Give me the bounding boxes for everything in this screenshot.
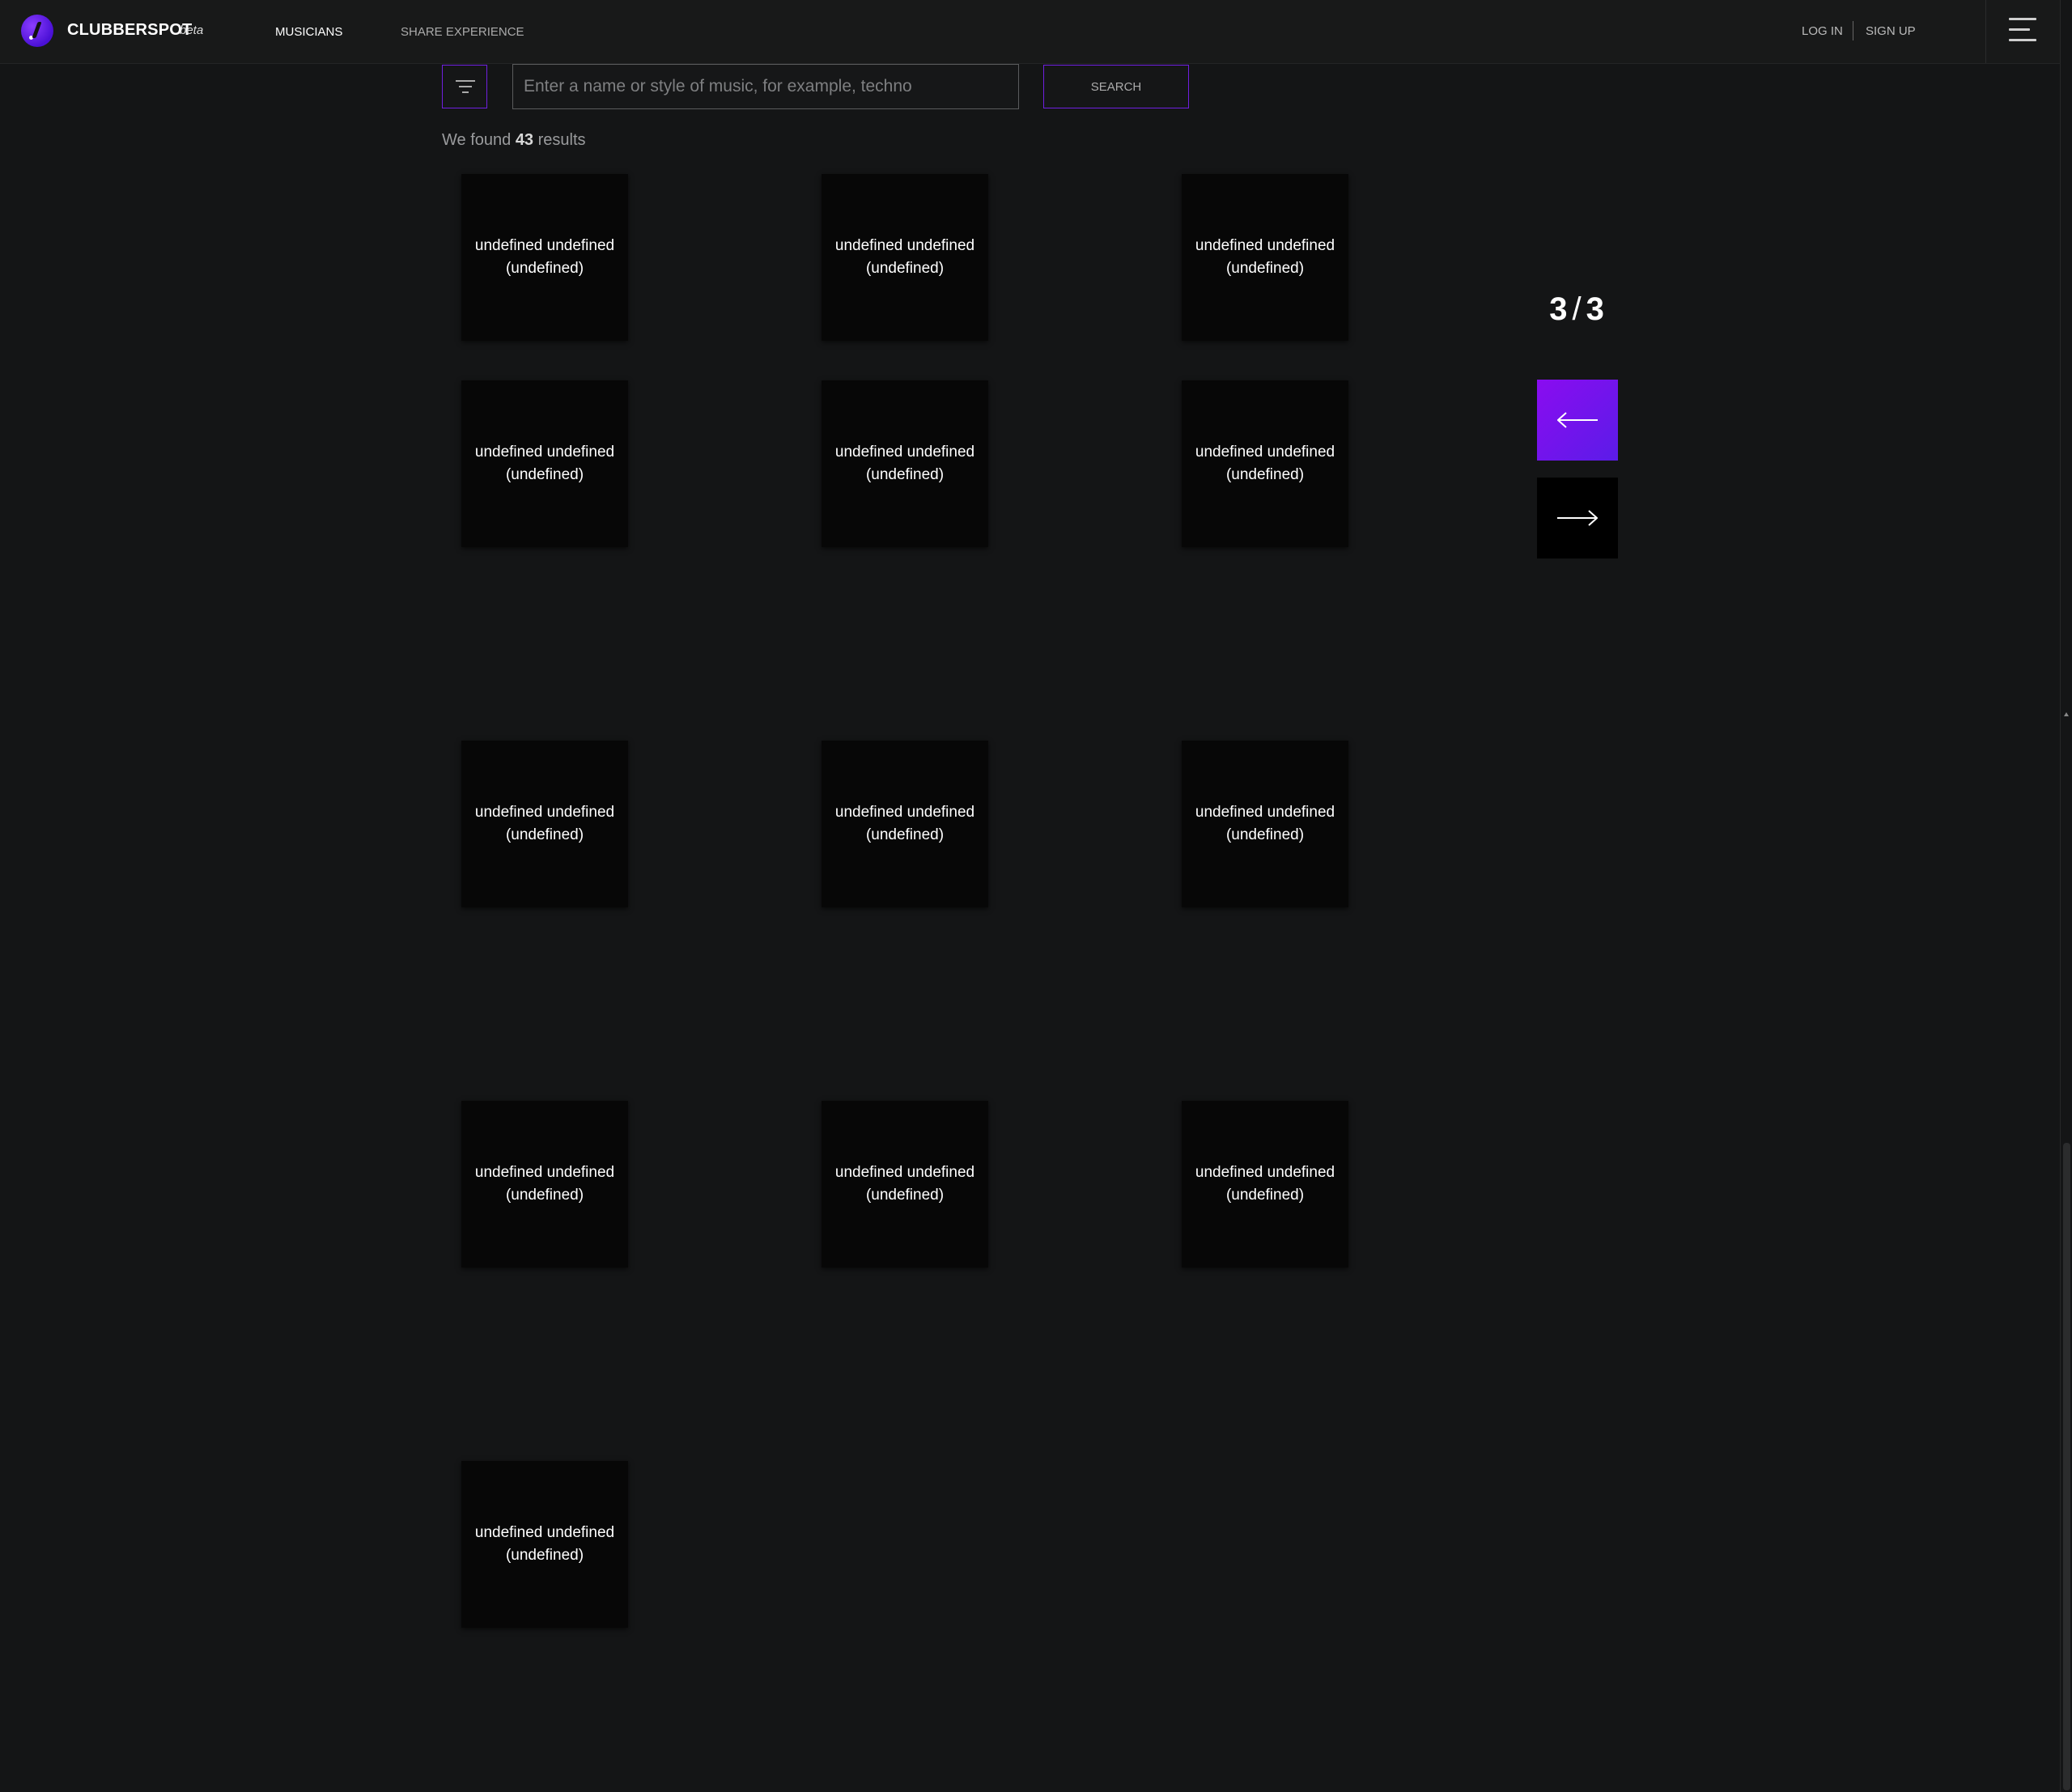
scroll-thumb[interactable] [2063,1143,2070,1790]
musician-card[interactable]: undefined undefined (undefined) [461,741,628,907]
results-number: 43 [515,131,534,149]
results-count: We found 43 results [442,131,586,150]
musician-card[interactable]: undefined undefined (undefined) [461,1461,628,1628]
musician-card[interactable]: undefined undefined (undefined) [461,174,628,341]
musician-card[interactable]: undefined undefined (undefined) [822,1101,988,1268]
hamburger-menu-icon [2009,18,2036,42]
filter-icon [456,80,475,95]
scroll-up-icon[interactable] [2064,712,2069,716]
musician-name: undefined undefined (undefined) [834,1164,975,1204]
musician-name: undefined undefined (undefined) [1195,237,1335,277]
search-input[interactable] [512,64,1019,109]
musician-card[interactable]: undefined undefined (undefined) [822,741,988,907]
musician-card[interactable]: undefined undefined (undefined) [461,1101,628,1268]
arrow-right-icon [1557,510,1598,526]
musician-card[interactable]: undefined undefined (undefined) [1182,380,1348,547]
nav-share-experience[interactable]: SHARE EXPERIENCE [401,25,524,39]
page-indicator: 3/3 [1536,291,1617,328]
results-prefix: We found [442,131,512,149]
login-link[interactable]: LOG IN [1802,24,1843,38]
clubberspot-logo-icon[interactable] [21,15,53,47]
musician-card[interactable]: undefined undefined (undefined) [461,380,628,547]
musician-name: undefined undefined (undefined) [474,237,615,277]
brand-name[interactable]: CLUBBERSPOT [67,21,192,40]
page-separator: / [1572,291,1582,327]
musician-card[interactable]: undefined undefined (undefined) [1182,174,1348,341]
musician-name: undefined undefined (undefined) [474,444,615,483]
total-pages: 3 [1586,291,1604,327]
musician-card[interactable]: undefined undefined (undefined) [822,174,988,341]
musician-card[interactable]: undefined undefined (undefined) [822,380,988,547]
musician-name: undefined undefined (undefined) [1195,1164,1335,1204]
arrow-left-icon [1557,412,1598,428]
musician-name: undefined undefined (undefined) [1195,444,1335,483]
beta-label: beta [180,23,204,37]
page-scrollbar[interactable] [2060,0,2072,1792]
next-page-button[interactable] [1537,478,1618,558]
signup-link[interactable]: SIGN UP [1866,24,1916,38]
nav-musicians[interactable]: MUSICIANS [275,25,342,39]
musician-name: undefined undefined (undefined) [474,1164,615,1204]
site-header: CLUBBERSPOT beta MUSICIANS SHARE EXPERIE… [0,0,2060,64]
musician-card[interactable]: undefined undefined (undefined) [1182,741,1348,907]
musician-name: undefined undefined (undefined) [1195,804,1335,843]
musician-name: undefined undefined (undefined) [834,237,975,277]
search-button[interactable]: SEARCH [1043,65,1189,108]
filter-button[interactable] [442,65,487,108]
musician-card[interactable]: undefined undefined (undefined) [1182,1101,1348,1268]
musician-name: undefined undefined (undefined) [834,444,975,483]
musician-name: undefined undefined (undefined) [474,804,615,843]
musician-name: undefined undefined (undefined) [834,804,975,843]
musician-name: undefined undefined (undefined) [474,1524,615,1564]
prev-page-button[interactable] [1537,380,1618,461]
current-page: 3 [1549,291,1568,327]
results-suffix: results [537,131,586,149]
menu-button[interactable] [1985,0,2061,63]
